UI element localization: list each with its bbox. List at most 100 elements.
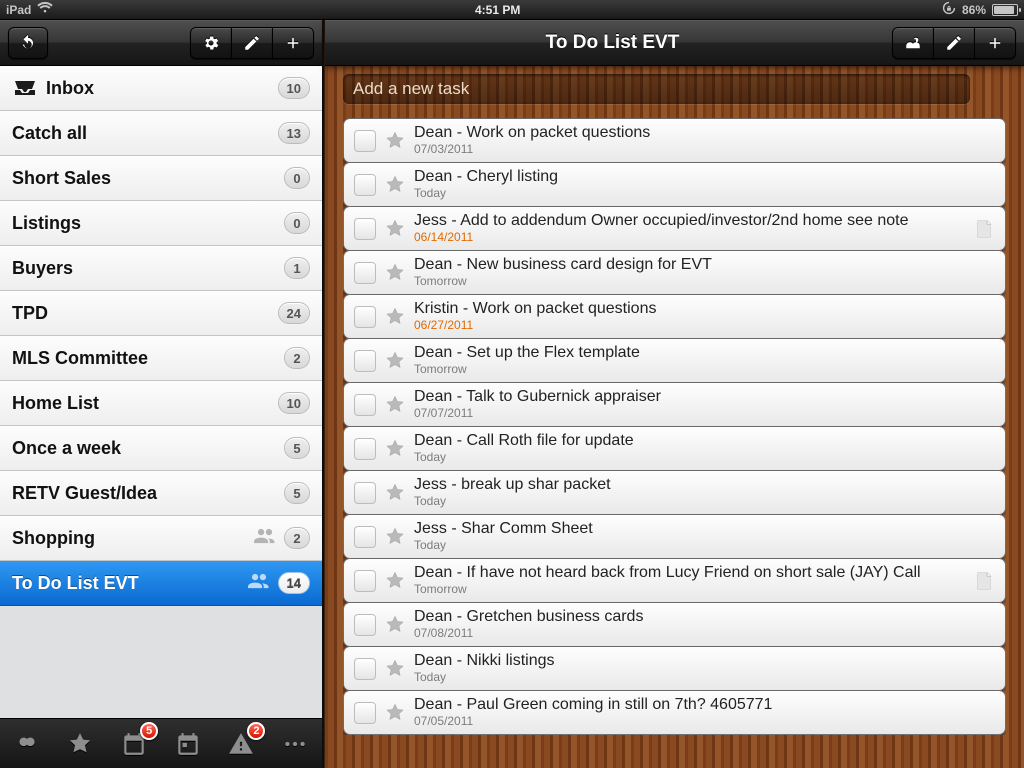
sidebar-item-short-sales[interactable]: Short Sales0 (0, 156, 322, 201)
task-title: Dean - Work on packet questions (414, 125, 995, 142)
task-row[interactable]: Dean - New business card design for EVTT… (343, 250, 1006, 295)
task-title: Jess - Add to addendum Owner occupied/in… (414, 213, 967, 230)
tab-more[interactable] (273, 724, 317, 764)
task-checkbox[interactable] (354, 702, 376, 724)
task-row[interactable]: Dean - Cheryl listingToday (343, 162, 1006, 207)
tab-starred[interactable] (58, 724, 102, 764)
sidebar-item-count: 2 (284, 527, 310, 549)
main-action-seg (892, 27, 1016, 59)
sidebar-lists: Inbox10 Catch all 13 Short Sales0Listings0B… (0, 66, 322, 718)
task-checkbox[interactable] (354, 262, 376, 284)
task-checkbox[interactable] (354, 570, 376, 592)
sidebar-item-mls-committee[interactable]: MLS Committee2 (0, 336, 322, 381)
task-title: Kristin - Work on packet questions (414, 301, 995, 318)
sidebar-item-listings[interactable]: Listings0 (0, 201, 322, 246)
star-icon[interactable] (384, 526, 406, 548)
task-row[interactable]: Dean - Set up the Flex templateTomorrow (343, 338, 1006, 383)
task-checkbox[interactable] (354, 614, 376, 636)
sidebar-item-label: Inbox (46, 78, 270, 99)
star-icon[interactable] (384, 394, 406, 416)
star-icon[interactable] (384, 614, 406, 636)
add-list-button[interactable] (272, 27, 314, 59)
task-row[interactable]: Dean - Talk to Gubernick appraiser07/07/… (343, 382, 1006, 427)
sidebar-toolbar (0, 20, 322, 66)
task-row[interactable]: Kristin - Work on packet questions06/27/… (343, 294, 1006, 339)
task-checkbox[interactable] (354, 350, 376, 372)
sidebar-item-count: 13 (278, 122, 310, 144)
task-checkbox[interactable] (354, 526, 376, 548)
device-name: iPad (6, 3, 31, 17)
task-title: Dean - Call Roth file for update (414, 433, 995, 450)
star-icon[interactable] (384, 306, 406, 328)
task-title: Dean - Paul Green coming in still on 7th… (414, 697, 995, 714)
star-icon[interactable] (384, 658, 406, 680)
task-checkbox[interactable] (354, 130, 376, 152)
task-due: Tomorrow (414, 583, 967, 596)
task-checkbox[interactable] (354, 482, 376, 504)
task-checkbox[interactable] (354, 174, 376, 196)
settings-button[interactable] (190, 27, 232, 59)
edit-tasks-button[interactable] (933, 27, 975, 59)
task-row[interactable]: Jess - break up shar packetToday (343, 470, 1006, 515)
share-button[interactable] (892, 27, 934, 59)
task-row[interactable]: Dean - Gretchen business cards07/08/2011 (343, 602, 1006, 647)
task-due: Today (414, 671, 995, 684)
orientation-lock-icon (942, 1, 956, 18)
task-due: 07/05/2011 (414, 715, 995, 728)
task-checkbox[interactable] (354, 306, 376, 328)
star-icon[interactable] (384, 438, 406, 460)
sidebar-item-buyers[interactable]: Buyers1 (0, 246, 322, 291)
tab-overdue[interactable]: 2 (219, 724, 263, 764)
task-due: Today (414, 539, 995, 552)
task-checkbox[interactable] (354, 438, 376, 460)
task-list: Dean - Work on packet questions07/03/201… (343, 118, 1006, 735)
task-row[interactable]: Jess - Shar Comm SheetToday (343, 514, 1006, 559)
task-row[interactable]: Dean - If have not heard back from Lucy … (343, 558, 1006, 603)
star-icon[interactable] (384, 702, 406, 724)
task-checkbox[interactable] (354, 218, 376, 240)
sidebar-item-label: Shopping (12, 528, 246, 549)
task-checkbox[interactable] (354, 394, 376, 416)
sidebar-item-label: Catch all (12, 123, 270, 144)
sidebar-item-count: 14 (278, 572, 310, 594)
star-icon[interactable] (384, 482, 406, 504)
shared-icon (248, 573, 270, 594)
star-icon[interactable] (384, 130, 406, 152)
task-due: Today (414, 495, 995, 508)
sidebar-item-catch-all[interactable]: Catch all 13 (0, 111, 322, 156)
sidebar-item-tpd[interactable]: TPD24 (0, 291, 322, 336)
sidebar-item-inbox[interactable]: Inbox10 (0, 66, 322, 111)
task-due: 06/27/2011 (414, 319, 995, 332)
task-title: Dean - Cheryl listing (414, 169, 995, 186)
task-row[interactable]: Dean - Paul Green coming in still on 7th… (343, 690, 1006, 735)
add-task-input[interactable]: Add a new task (343, 74, 970, 104)
tab-today[interactable]: 5 (112, 724, 156, 764)
task-row[interactable]: Dean - Call Roth file for updateToday (343, 426, 1006, 471)
edit-lists-button[interactable] (231, 27, 273, 59)
refresh-button[interactable] (8, 27, 48, 59)
tab-all[interactable] (5, 724, 49, 764)
star-icon[interactable] (384, 218, 406, 240)
sidebar-item-shopping[interactable]: Shopping 2 (0, 516, 322, 561)
star-icon[interactable] (384, 570, 406, 592)
task-row[interactable]: Jess - Add to addendum Owner occupied/in… (343, 206, 1006, 251)
star-icon[interactable] (384, 350, 406, 372)
star-icon[interactable] (384, 174, 406, 196)
task-due: Today (414, 451, 995, 464)
task-title: Jess - break up shar packet (414, 477, 995, 494)
task-checkbox[interactable] (354, 658, 376, 680)
sidebar-item-retv-guest-idea[interactable]: RETV Guest/Idea5 (0, 471, 322, 516)
task-title: Dean - Talk to Gubernick appraiser (414, 389, 995, 406)
clock: 4:51 PM (53, 3, 942, 17)
wifi-icon (37, 2, 53, 17)
star-icon[interactable] (384, 262, 406, 284)
page-title: To Do List EVT (333, 32, 892, 54)
task-row[interactable]: Dean - Work on packet questions07/03/201… (343, 118, 1006, 163)
sidebar-item-label: To Do List EVT (12, 573, 240, 594)
tab-week[interactable] (166, 724, 210, 764)
sidebar-item-to-do-list-evt[interactable]: To Do List EVT 14 (0, 561, 322, 606)
sidebar-item-once-a-week[interactable]: Once a week5 (0, 426, 322, 471)
sidebar-item-home-list[interactable]: Home List10 (0, 381, 322, 426)
task-row[interactable]: Dean - Nikki listingsToday (343, 646, 1006, 691)
add-task-button[interactable] (974, 27, 1016, 59)
